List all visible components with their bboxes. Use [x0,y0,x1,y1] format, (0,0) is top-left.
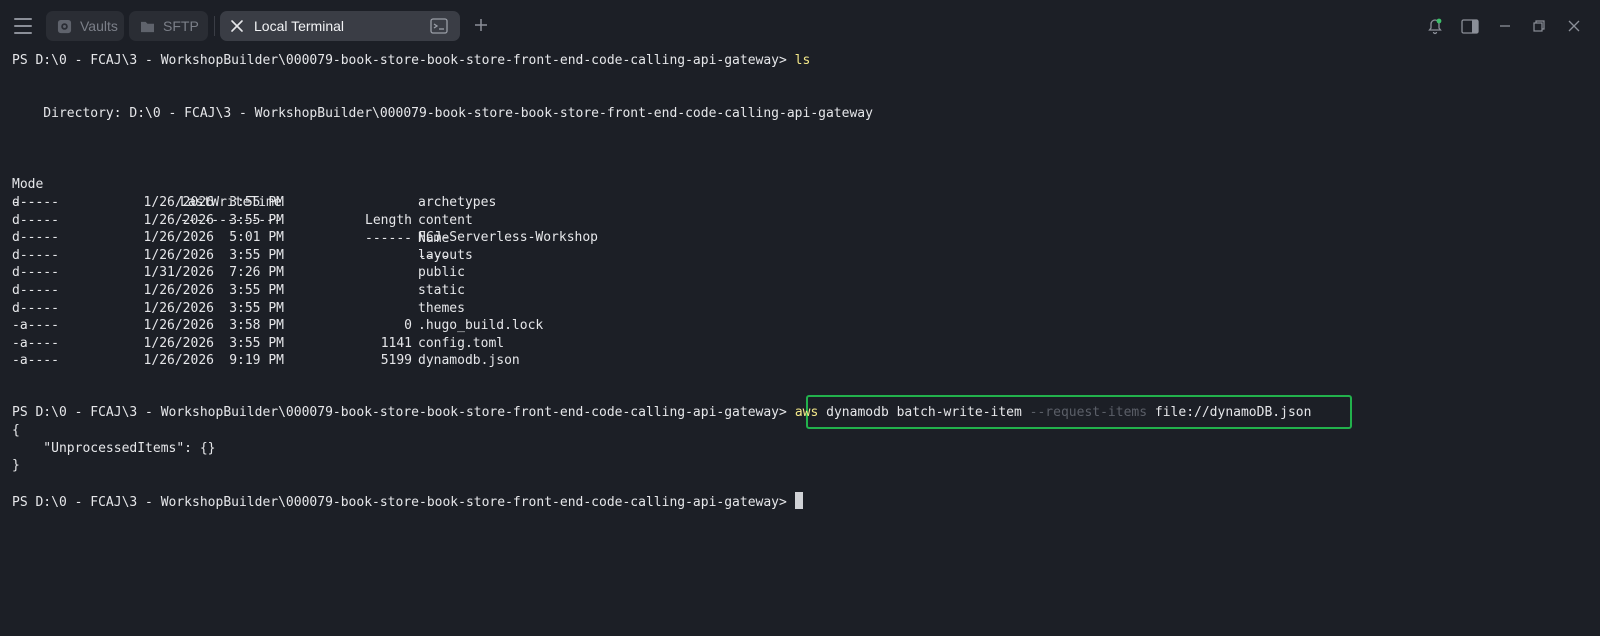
table-row: d----- 1/26/2026 3:55 PM static [12,282,712,300]
row-date: 1/26/2026 [143,283,214,298]
tab-local-terminal-label: Local Terminal [254,18,345,34]
command-value: file://dynamoDB.json [1154,405,1312,420]
row-time: 3:55 PM [229,247,284,263]
tab-separator [214,16,215,36]
row-mode: d----- [12,300,59,316]
row-mode: d----- [12,230,59,246]
terminal-icon [430,18,448,37]
sidebar-panel-icon[interactable] [1459,16,1481,36]
json-body: "UnprocessedItems": {} [12,441,216,456]
restore-icon[interactable] [1528,16,1550,36]
prompt: PS D:\0 - FCAJ\3 - WorkshopBuilder\00007… [12,405,787,420]
row-time: 3:55 PM [229,212,284,228]
prompt-line-3: PS D:\0 - FCAJ\3 - WorkshopBuilder\00007… [12,492,803,510]
row-length: 1141 [380,335,412,351]
table-row: d----- 1/26/2026 3:55 PM layouts [12,247,712,265]
table-row: d----- 1/26/2026 3:55 PM archetypes [12,194,712,212]
tab-vaults-label: Vaults [80,18,118,34]
terminal-output[interactable]: PS D:\0 - FCAJ\3 - WorkshopBuilder\00007… [12,52,1588,636]
directory-line: Directory: D:\0 - FCAJ\3 - WorkshopBuild… [12,106,873,121]
row-time: 3:55 PM [229,283,284,298]
command-args: dynamodb batch-write-item [826,405,1022,420]
row-date: 1/26/2026 [143,300,214,316]
table-row: -a---- 1/26/2026 9:19 PM 5199 dynamodb.json [12,352,712,370]
tab-vaults[interactable]: Vaults [46,11,124,41]
row-mode: d----- [12,195,59,210]
row-name: layouts [418,247,473,263]
row-length: 5199 [380,353,412,369]
row-name: public [418,265,465,281]
table-row: d----- 1/26/2026 5:01 PM FCJ-Serverless-Wor… [12,229,712,247]
prompt: PS D:\0 - FCAJ\3 - WorkshopBuilder\00007… [12,53,787,68]
tab-sftp[interactable]: SFTP [129,11,208,41]
close-icon[interactable] [230,19,244,33]
row-date: 1/31/2026 [143,265,214,281]
command-aws: aws [794,405,819,420]
prompt: PS D:\0 - FCAJ\3 - WorkshopBuilder\00007… [12,495,787,510]
text-cursor [794,492,803,509]
row-mode: -a---- [12,353,59,369]
row-name: config.toml [418,335,505,351]
table-row: -a---- 1/26/2026 3:58 PM 0 .hugo_build.lock [12,317,712,335]
row-time: 3:55 PM [229,335,284,351]
command-ls: ls [794,53,811,68]
row-mode: d----- [12,265,59,281]
row-mode: d----- [12,212,59,228]
tab-sftp-label: SFTP [163,18,199,34]
vault-icon [56,18,72,34]
row-mode: d----- [12,247,59,263]
row-mode: -a---- [12,318,59,334]
row-length: 0 [404,318,412,334]
folder-icon [139,18,155,34]
row-name: archetypes [418,195,497,210]
row-date: 1/26/2026 [143,318,214,334]
row-name: FCJ-Serverless-Workshop [418,230,599,246]
table-header: Mode LastWriteTime Length Name [12,158,712,246]
tab-bar: Vaults SFTP Local Terminal [0,0,1600,52]
table-row: -a---- 1/26/2026 3:55 PM 1141 config.toml [12,335,712,353]
minimize-icon[interactable] [1494,16,1516,36]
row-name: themes [418,300,465,316]
tab-local-terminal[interactable]: Local Terminal [220,11,460,41]
row-mode: d----- [12,283,59,298]
row-time: 3:55 PM [229,195,284,210]
close-window-icon[interactable] [1563,16,1585,36]
row-date: 1/26/2026 [143,353,214,369]
row-time: 5:01 PM [229,230,284,246]
json-open: { [12,423,20,438]
row-name: content [418,212,473,228]
row-name: dynamodb.json [418,353,520,369]
row-date: 1/26/2026 [143,335,214,351]
prompt-line-2: PS D:\0 - FCAJ\3 - WorkshopBuilder\00007… [12,404,1311,422]
new-tab-plus-icon[interactable] [470,14,492,36]
prompt-line-1: PS D:\0 - FCAJ\3 - WorkshopBuilder\00007… [12,52,810,70]
row-date: 1/26/2026 [143,247,214,263]
row-date: 1/26/2026 [143,195,214,210]
hamburger-menu-icon[interactable] [12,16,34,36]
row-name: static [418,283,465,298]
table-header-underline: ---- ------------- ------ ---- [12,176,712,264]
row-time: 9:19 PM [229,353,284,369]
row-mode: -a---- [12,335,59,351]
table-row: d----- 1/26/2026 3:55 PM content [12,212,712,230]
row-time: 3:55 PM [229,300,284,316]
row-time: 3:58 PM [229,318,284,334]
command-option: --request-items [1029,405,1148,420]
row-date: 1/26/2026 [143,230,214,246]
row-date: 1/26/2026 [143,212,214,228]
table-row: d----- 1/26/2026 3:55 PM themes [12,300,712,318]
row-name: .hugo_build.lock [418,318,544,334]
row-time: 7:26 PM [229,265,284,281]
notification-bell-icon[interactable] [1424,16,1446,36]
table-row: d----- 1/31/2026 7:26 PM public [12,264,712,282]
json-close: } [12,458,20,473]
